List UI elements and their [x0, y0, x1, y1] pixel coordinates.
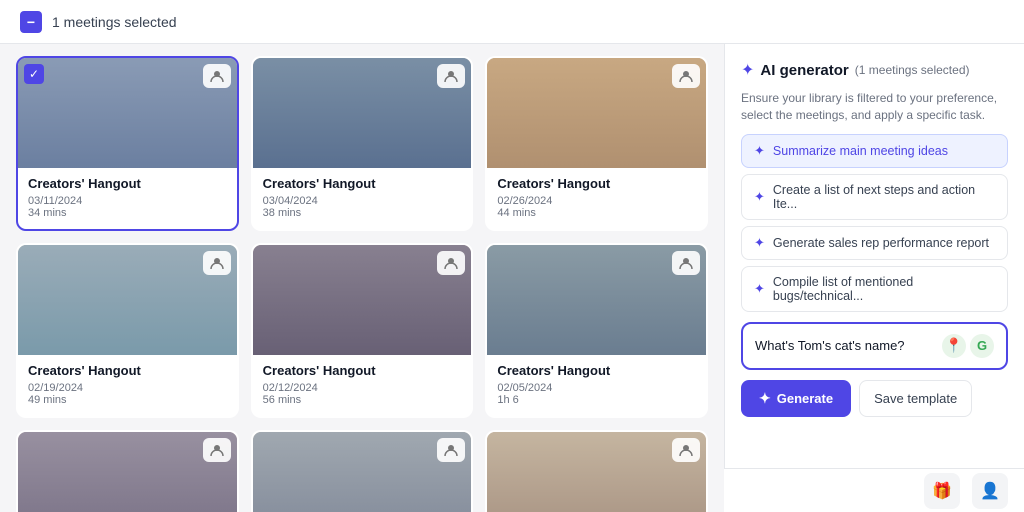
user-icon-button[interactable]: 👤 — [972, 473, 1008, 509]
bottom-bar: 🎁 👤 — [724, 468, 1024, 512]
avatar-icon-badge — [203, 64, 231, 88]
meeting-card[interactable]: ✓ Creators' Hangout 03/11/2024 34 mins — [16, 56, 239, 231]
option-spark-icon: ✦ — [754, 235, 765, 251]
card-thumbnail — [18, 245, 237, 355]
meeting-card[interactable]: Creators' Hangout 03/04/2024 38 mins — [251, 56, 474, 231]
meeting-card[interactable]: Creators' Hangout 02/05/2024 1h 6 — [485, 243, 708, 418]
ai-panel-header: ✦ AI generator (1 meetings selected) — [741, 60, 1008, 80]
card-info: Creators' Hangout 02/26/2024 44 mins — [487, 168, 706, 229]
meetings-grid: ✓ Creators' Hangout 03/11/2024 34 mins — [16, 56, 708, 512]
option-label: Summarize main meeting ideas — [773, 144, 948, 158]
card-date: 02/12/2024 — [263, 382, 462, 394]
meeting-card[interactable]: Creators' Hangout 02/12/2024 56 mins — [251, 243, 474, 418]
ai-options-list: ✦ Summarize main meeting ideas ✦ Create … — [741, 134, 1008, 312]
meeting-card[interactable]: Creators' Hangout 02/19/2024 49 mins — [16, 243, 239, 418]
card-thumbnail — [487, 245, 706, 355]
meetings-grid-area: ✓ Creators' Hangout 03/11/2024 34 mins — [0, 44, 724, 512]
card-title: Creators' Hangout — [497, 363, 696, 378]
option-spark-icon: ✦ — [754, 189, 765, 205]
ai-panel-title: AI generator — [760, 62, 848, 79]
avatar-icon-badge — [437, 64, 465, 88]
ai-option[interactable]: ✦ Generate sales rep performance report — [741, 226, 1008, 260]
card-thumbnail: ✓ — [18, 58, 237, 168]
generate-spark-icon: ✦ — [759, 390, 771, 407]
ai-option[interactable]: ✦ Summarize main meeting ideas — [741, 134, 1008, 168]
avatar-icon-badge — [672, 64, 700, 88]
card-info: Creators' Hangout 02/19/2024 49 mins — [18, 355, 237, 416]
card-duration: 1h 6 — [497, 394, 696, 406]
deselect-button[interactable]: − — [20, 11, 42, 33]
card-info: Creators' Hangout 03/11/2024 34 mins — [18, 168, 237, 229]
gift-icon-button[interactable]: 🎁 — [924, 473, 960, 509]
card-title: Creators' Hangout — [263, 363, 462, 378]
card-thumbnail — [487, 58, 706, 168]
avatar-icon-badge — [672, 438, 700, 462]
avatar-icon-badge — [437, 251, 465, 275]
main-layout: ✓ Creators' Hangout 03/11/2024 34 mins — [0, 44, 1024, 512]
ai-panel-description: Ensure your library is filtered to your … — [741, 90, 1008, 124]
card-duration: 49 mins — [28, 394, 227, 406]
card-thumbnail — [253, 432, 472, 512]
avatar-icon-badge — [203, 438, 231, 462]
card-duration: 38 mins — [263, 207, 462, 219]
option-label: Compile list of mentioned bugs/technical… — [773, 275, 995, 303]
input-icons: 📍 G — [942, 334, 994, 358]
card-title: Creators' Hangout — [28, 176, 227, 191]
card-thumbnail — [253, 245, 472, 355]
ai-option[interactable]: ✦ Compile list of mentioned bugs/technic… — [741, 266, 1008, 312]
ai-panel: ✦ AI generator (1 meetings selected) Ens… — [724, 44, 1024, 512]
generate-button[interactable]: ✦ Generate — [741, 380, 851, 417]
ai-input-area[interactable]: 📍 G — [741, 322, 1008, 370]
meeting-card[interactable]: Creators' Hangout 01/08/2024 — [485, 430, 708, 512]
option-spark-icon: ✦ — [754, 281, 765, 297]
g-icon-button[interactable]: G — [970, 334, 994, 358]
card-info: Creators' Hangout 02/05/2024 1h 6 — [487, 355, 706, 416]
card-thumbnail — [487, 432, 706, 512]
card-duration: 44 mins — [497, 207, 696, 219]
ai-option[interactable]: ✦ Create a list of next steps and action… — [741, 174, 1008, 220]
card-info: Creators' Hangout 03/04/2024 38 mins — [253, 168, 472, 229]
option-label: Create a list of next steps and action I… — [773, 183, 995, 211]
selected-checkmark: ✓ — [24, 64, 44, 84]
meeting-card[interactable]: Creators' Hangout 01/29/2024 — [16, 430, 239, 512]
card-date: 02/19/2024 — [28, 382, 227, 394]
avatar-icon-badge — [672, 251, 700, 275]
card-thumbnail — [253, 58, 472, 168]
ai-custom-input[interactable] — [755, 338, 936, 353]
card-date: 02/26/2024 — [497, 195, 696, 207]
card-date: 03/04/2024 — [263, 195, 462, 207]
option-spark-icon: ✦ — [754, 143, 765, 159]
selection-count: 1 meetings selected — [52, 14, 177, 30]
sparkle-icon: ✦ — [741, 60, 754, 80]
option-label: Generate sales rep performance report — [773, 236, 989, 250]
meeting-card[interactable]: Creators' Hangout 01/15/2024 — [251, 430, 474, 512]
ai-actions: ✦ Generate Save template — [741, 380, 1008, 417]
card-title: Creators' Hangout — [28, 363, 227, 378]
card-thumbnail — [18, 432, 237, 512]
avatar-icon-badge — [203, 251, 231, 275]
avatar-icon-badge — [437, 438, 465, 462]
card-duration: 56 mins — [263, 394, 462, 406]
card-title: Creators' Hangout — [497, 176, 696, 191]
meeting-card[interactable]: Creators' Hangout 02/26/2024 44 mins — [485, 56, 708, 231]
location-icon-button[interactable]: 📍 — [942, 334, 966, 358]
card-info: Creators' Hangout 02/12/2024 56 mins — [253, 355, 472, 416]
card-title: Creators' Hangout — [263, 176, 462, 191]
ai-panel-badge: (1 meetings selected) — [855, 63, 970, 77]
save-template-button[interactable]: Save template — [859, 380, 972, 417]
card-date: 02/05/2024 — [497, 382, 696, 394]
header: − 1 meetings selected — [0, 0, 1024, 44]
card-date: 03/11/2024 — [28, 195, 227, 207]
card-duration: 34 mins — [28, 207, 227, 219]
